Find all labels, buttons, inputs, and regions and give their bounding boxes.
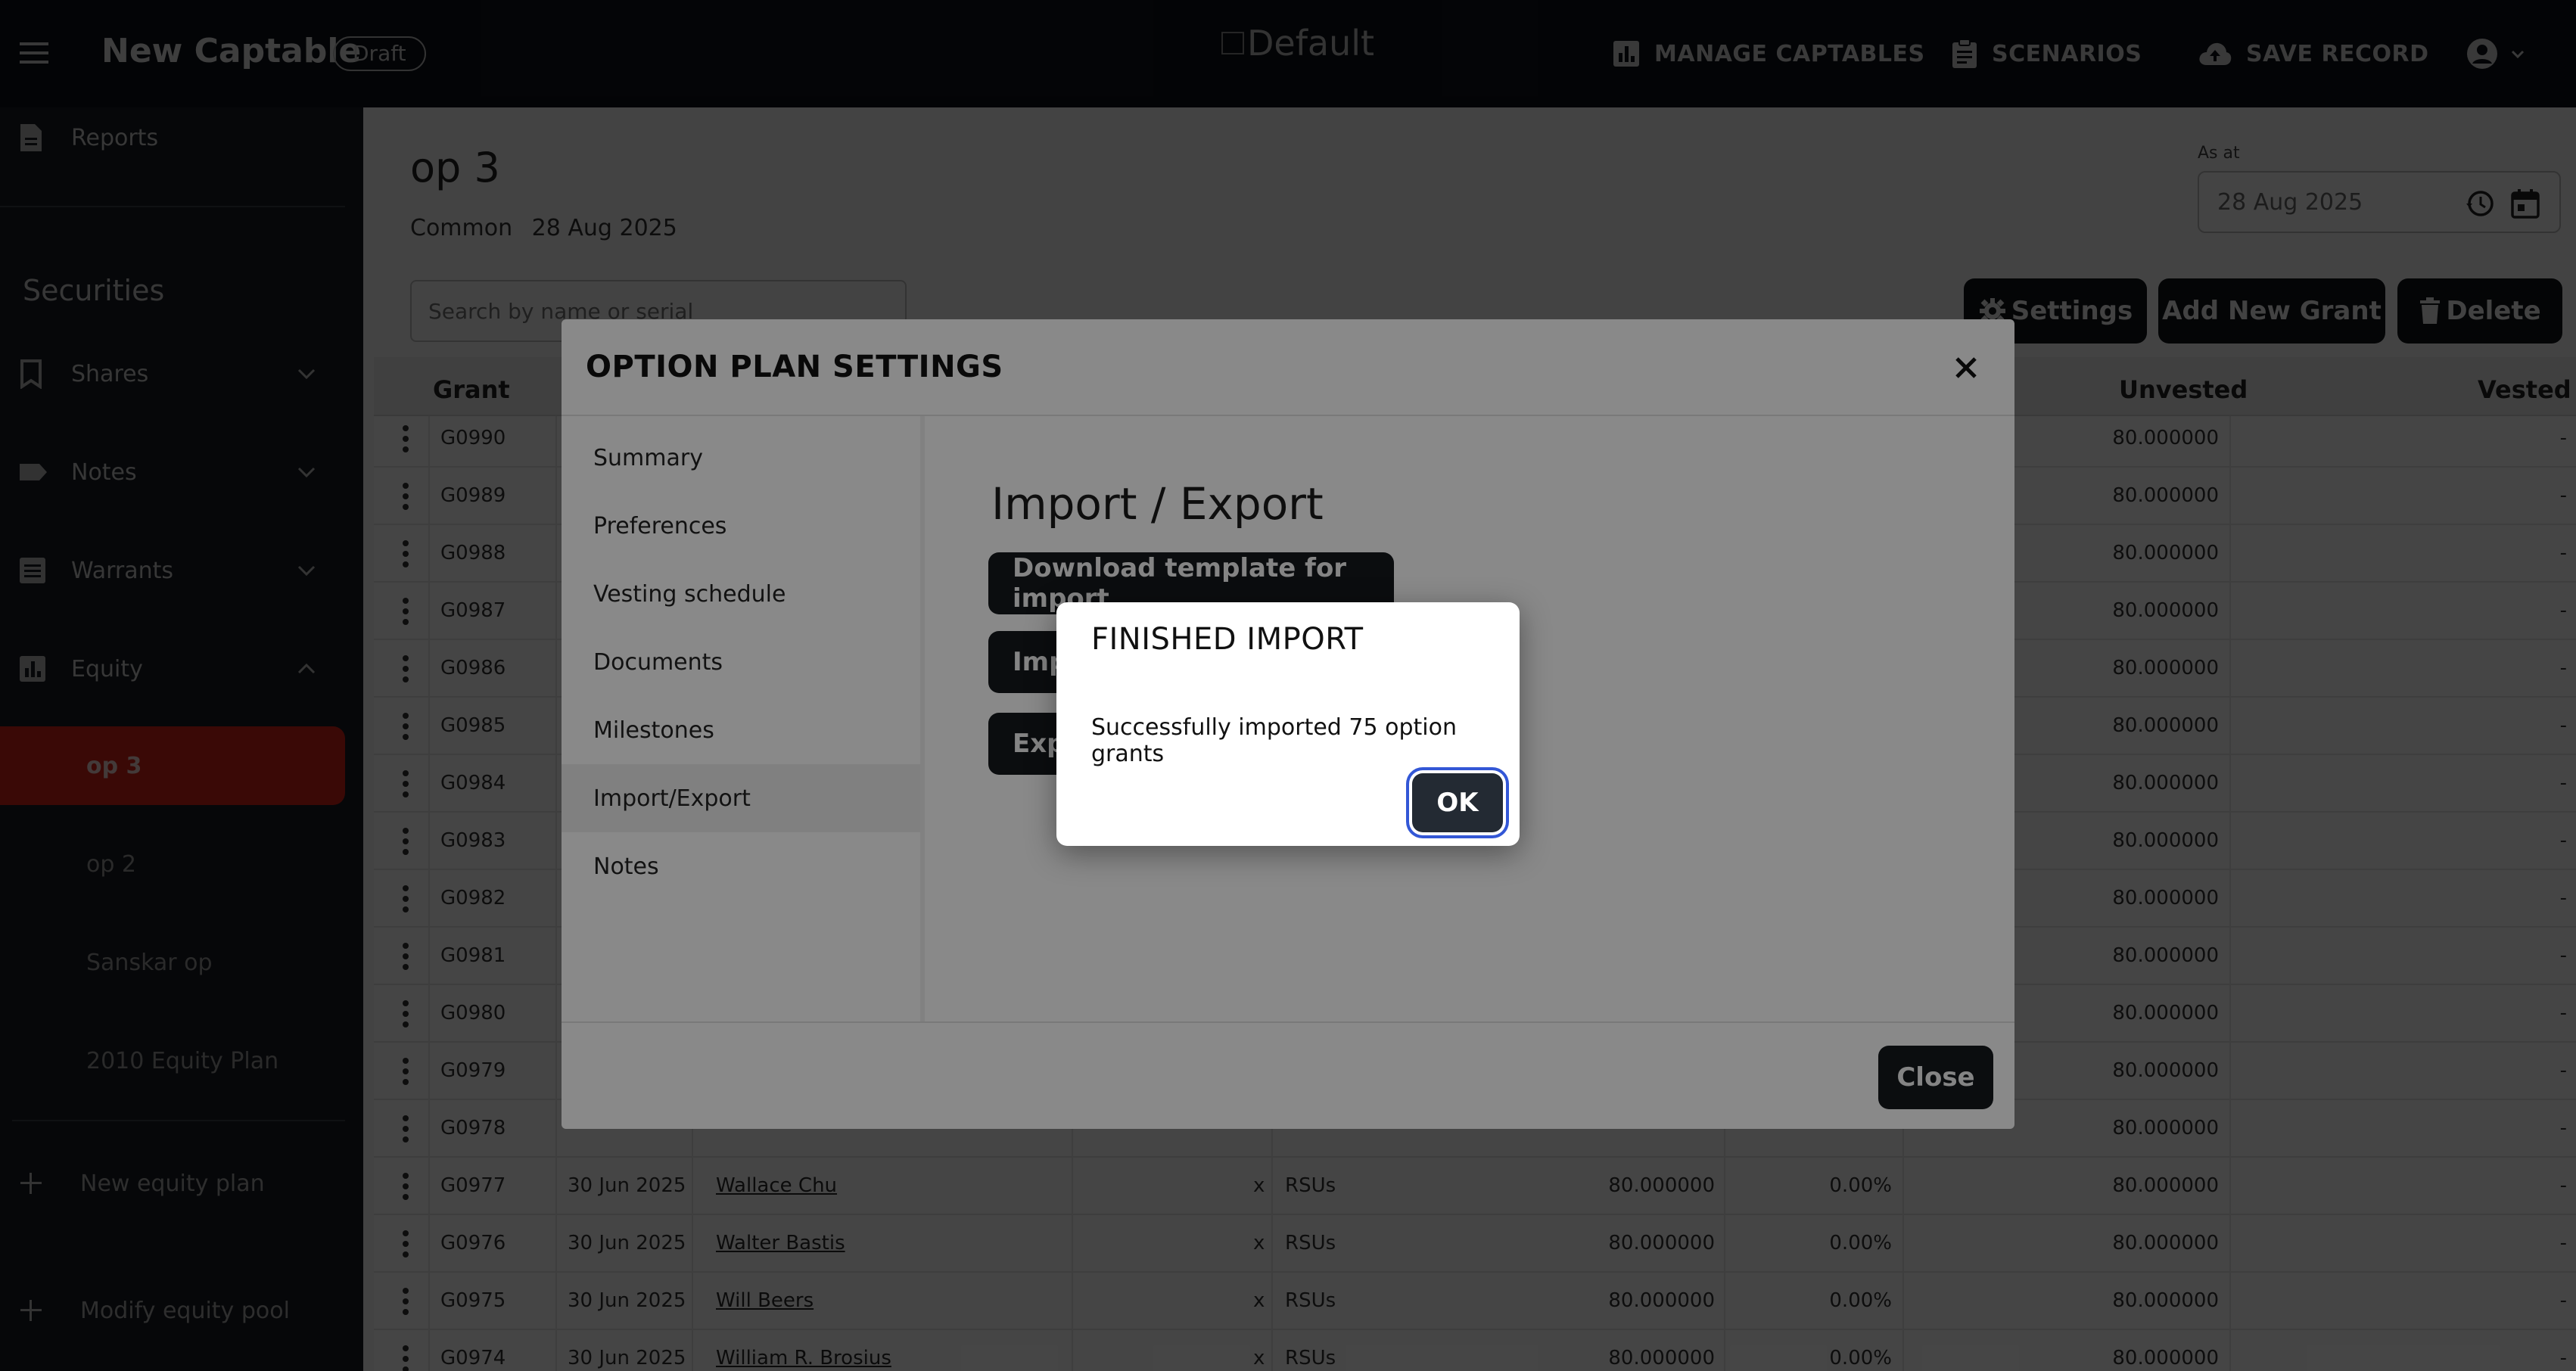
dialog-title: FINISHED IMPORT [1091,622,1364,657]
finished-import-dialog: FINISHED IMPORT Successfully imported 75… [1056,602,1520,846]
dialog-message: Successfully imported 75 option grants [1091,714,1457,767]
ok-button[interactable]: OK [1412,773,1503,832]
